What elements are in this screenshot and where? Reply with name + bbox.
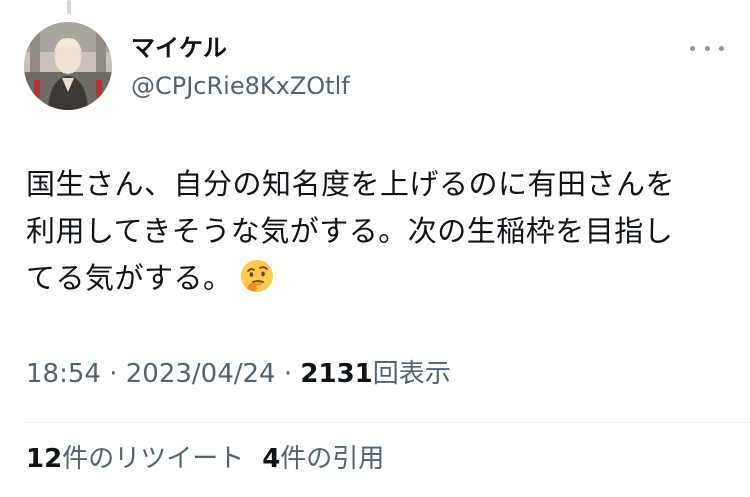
more-horizontal-icon: [719, 45, 724, 51]
divider: [26, 422, 750, 423]
display-name[interactable]: マイケル: [131, 34, 227, 62]
tweet-text: 国生さん、自分の知名度を上げるのに有田さんを 利用してきそうな気がする。次の生稲…: [26, 161, 726, 302]
views-label: 回表示: [372, 359, 451, 389]
tweet-text-line: 国生さん、自分の知名度を上げるのに有田さんを: [26, 167, 676, 201]
thinking-face-icon: [240, 260, 273, 292]
meta-separator: ·: [283, 359, 293, 389]
user-handle[interactable]: @CPJcRie8KxZOtlf: [131, 72, 350, 100]
more-options-button[interactable]: [690, 38, 724, 58]
tweet-stats: 12件のリツイート 4件の引用: [26, 443, 384, 475]
more-horizontal-icon: [690, 45, 695, 51]
retweets-label: 件のリツイート: [62, 444, 245, 474]
meta-separator: ·: [109, 359, 118, 389]
tweet-text-segment: てる気がする。: [26, 261, 233, 295]
tweet-time[interactable]: 18:54: [26, 359, 101, 389]
tweet-date[interactable]: 2023/04/24: [126, 359, 276, 389]
retweets-count: 12: [26, 444, 63, 474]
quotes-count: 4: [262, 444, 281, 474]
tweet-text-line: 利用してきそうな気がする。次の生稲枠を目指し: [26, 214, 674, 248]
avatar[interactable]: [24, 22, 112, 110]
quotes-link[interactable]: 4件の引用: [262, 444, 384, 474]
views-count: 2131: [300, 359, 373, 389]
tweet: マイケル @CPJcRie8KxZOtlf 国生さん、自分の知名度を上げるのに有…: [0, 0, 750, 497]
thread-line: [67, 0, 71, 14]
retweets-link[interactable]: 12件のリツイート: [26, 444, 244, 474]
quotes-label: 件の引用: [280, 444, 385, 474]
tweet-text-line: てる気がする。: [26, 255, 726, 302]
more-horizontal-icon: [704, 45, 710, 51]
tweet-meta: 18:54 · 2023/04/24 · 2131回表示: [26, 358, 451, 390]
avatar-image: [24, 22, 112, 110]
